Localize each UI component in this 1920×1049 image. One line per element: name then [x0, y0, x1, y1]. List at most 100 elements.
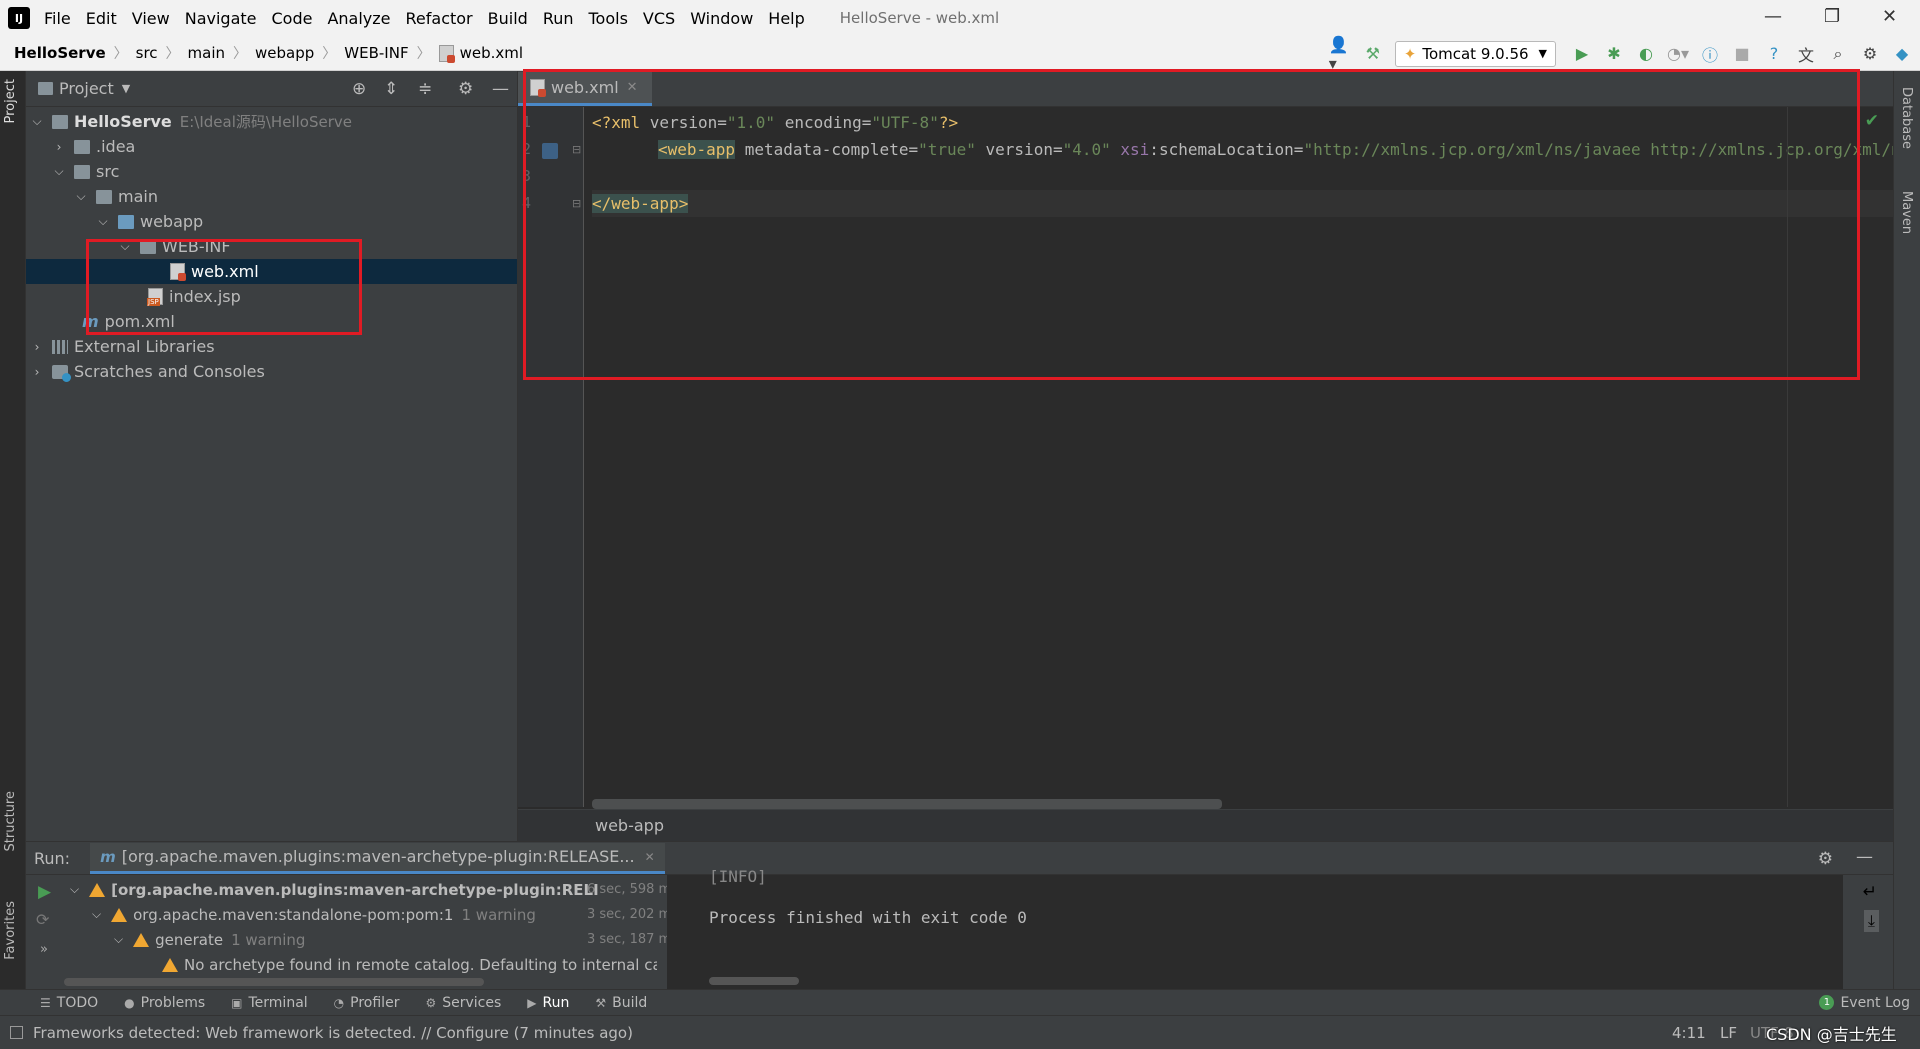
chevron-right-icon[interactable]: › — [30, 365, 44, 379]
status-toggle-icon[interactable] — [10, 1026, 23, 1039]
status-message[interactable]: Frameworks detected: Web framework is de… — [33, 1024, 633, 1042]
maven-tool-tab[interactable]: Maven — [1899, 191, 1914, 234]
run-tree-item-pom[interactable]: ⌵ org.apache.maven:standalone-pom:pom:1 … — [92, 902, 678, 927]
tree-item-web-inf[interactable]: ⌵ WEB-INF — [26, 234, 517, 259]
chevron-down-icon[interactable]: ⌵ — [30, 114, 44, 129]
menu-vcs[interactable]: VCS — [643, 9, 675, 28]
tree-item-index-jsp[interactable]: index.jsp — [26, 284, 517, 309]
breadcrumb-web-inf[interactable]: WEB-INF — [344, 44, 408, 62]
chevron-down-icon[interactable]: ⌵ — [74, 189, 88, 204]
run-config-select[interactable]: ✦ Tomcat 9.0.56 ▼ — [1394, 40, 1556, 67]
question-icon[interactable]: ? — [1762, 42, 1786, 66]
tree-item-src[interactable]: ⌵ src — [26, 159, 517, 184]
console-output[interactable]: [INFO] Process finished with exit code 0 — [667, 867, 1843, 989]
line-separator[interactable]: LF — [1720, 1024, 1737, 1042]
chevron-down-icon[interactable]: ⌵ — [96, 214, 110, 229]
problems-tool-button[interactable]: ● Problems — [124, 995, 205, 1011]
menu-tools[interactable]: Tools — [589, 9, 628, 28]
menu-window[interactable]: Window — [690, 9, 753, 28]
run-tree-item-generate[interactable]: ⌵ generate 1 warning 3 sec, 187 ms — [114, 927, 678, 952]
menu-code[interactable]: Code — [272, 9, 313, 28]
menu-refactor[interactable]: Refactor — [406, 9, 473, 28]
build-tool-button[interactable]: ⚒ Build — [595, 995, 647, 1011]
breadcrumb-web-app[interactable]: web-app — [595, 816, 664, 835]
chevron-down-icon[interactable]: ▼ — [122, 82, 130, 95]
chevron-down-icon[interactable]: ⌵ — [70, 882, 79, 897]
hide-panel-icon[interactable]: — — [492, 79, 509, 99]
tree-item-pom-xml[interactable]: m pom.xml — [26, 309, 517, 334]
coverage-icon[interactable]: ◐ — [1634, 42, 1658, 66]
menu-build[interactable]: Build — [488, 9, 528, 28]
no-problems-check-icon[interactable]: ✔ — [1865, 111, 1879, 131]
menu-view[interactable]: View — [132, 9, 170, 28]
web-descriptor-gutter-icon[interactable] — [542, 143, 558, 159]
gear-icon[interactable]: ⚙ — [1858, 42, 1882, 66]
run-tree-scrollbar[interactable] — [64, 978, 484, 986]
tree-item-scratches[interactable]: › Scratches and Consoles — [26, 359, 517, 384]
code-content[interactable]: <?xml version = "1.0" encoding = "UTF-8" ?> <… — [592, 107, 1893, 807]
breadcrumb-main[interactable]: main — [188, 44, 225, 62]
run-tab[interactable]: m [org.apache.maven.plugins:maven-archet… — [90, 842, 665, 874]
chevron-down-icon[interactable]: ⌵ — [114, 932, 123, 947]
restore-icon[interactable]: ❐ — [1824, 6, 1840, 27]
fold-end-icon[interactable]: ⊟ — [572, 197, 581, 210]
chevron-right-icon[interactable]: › — [30, 340, 44, 354]
help-circle-icon[interactable]: ⓘ — [1698, 42, 1722, 66]
structure-tool-tab[interactable]: Structure — [3, 791, 18, 851]
close-tab-icon[interactable]: ✕ — [645, 850, 655, 864]
console-scrollbar[interactable] — [709, 977, 799, 985]
menu-run[interactable]: Run — [543, 9, 574, 28]
soft-wrap-icon[interactable]: ↵ — [1863, 882, 1877, 902]
menu-edit[interactable]: Edit — [86, 9, 117, 28]
project-tool-tab[interactable]: Project — [3, 79, 18, 123]
chevron-down-icon[interactable]: ⌵ — [52, 164, 66, 179]
menu-file[interactable]: File — [44, 9, 71, 28]
translate-icon[interactable]: 文 — [1794, 42, 1818, 66]
tree-item-main[interactable]: ⌵ main — [26, 184, 517, 209]
run-tool-button[interactable]: ▶ Run — [527, 995, 569, 1011]
profiler-tool-button[interactable]: ◔ Profiler — [334, 995, 400, 1011]
close-tab-icon[interactable]: ✕ — [627, 80, 638, 95]
caret-position[interactable]: 4:11 — [1672, 1024, 1706, 1042]
expand-all-icon[interactable]: ⇕ — [384, 79, 398, 99]
tree-item-web-xml[interactable]: web.xml — [26, 259, 517, 284]
breadcrumb-project[interactable]: HelloServe — [14, 44, 106, 62]
breadcrumb-webapp[interactable]: webapp — [255, 44, 314, 62]
tree-item-webapp[interactable]: ⌵ webapp — [26, 209, 517, 234]
close-window-icon[interactable]: ✕ — [1882, 6, 1897, 27]
collapse-all-icon[interactable]: ≑ — [418, 79, 432, 99]
database-tool-tab[interactable]: Database — [1899, 87, 1914, 149]
editor-tab-web-xml[interactable]: web.xml ✕ — [518, 72, 652, 106]
locate-icon[interactable]: ⊕ — [352, 79, 366, 99]
chevron-right-icon[interactable]: › — [52, 140, 66, 154]
gear-icon[interactable]: ⚙ — [1818, 849, 1833, 869]
tree-item-idea[interactable]: › .idea — [26, 134, 517, 159]
favorites-tool-tab[interactable]: Favorites — [3, 901, 18, 960]
tree-item-external-libraries[interactable]: › External Libraries — [26, 334, 517, 359]
menu-navigate[interactable]: Navigate — [185, 9, 257, 28]
plugin-icon[interactable]: ◆ — [1890, 42, 1914, 66]
run-icon[interactable]: ▶ — [1570, 42, 1594, 66]
search-icon[interactable]: ⌕ — [1826, 42, 1850, 66]
services-tool-button[interactable]: ⚙ Services — [425, 995, 501, 1011]
run-tree-item-warning[interactable]: No archetype found in remote catalog. De… — [162, 952, 657, 977]
chevron-down-icon[interactable]: ⌵ — [118, 239, 132, 254]
horizontal-scrollbar[interactable] — [592, 799, 1222, 809]
terminal-tool-button[interactable]: ▣ Terminal — [231, 995, 308, 1011]
run-tree-item-root[interactable]: ⌵ [org.apache.maven.plugins:maven-archet… — [70, 877, 678, 902]
more-icon[interactable]: » — [40, 942, 48, 957]
breadcrumb-src[interactable]: src — [136, 44, 158, 62]
chevron-down-icon[interactable]: ⌵ — [92, 907, 101, 922]
toggle-view-icon[interactable]: ⟳ — [36, 910, 49, 929]
profile-icon[interactable]: ◔▾ — [1666, 42, 1690, 66]
project-view-select[interactable]: Project — [59, 79, 114, 98]
debug-icon[interactable]: ✱ — [1602, 42, 1626, 66]
build-hammer-icon[interactable]: ⚒ — [1361, 42, 1385, 66]
menu-analyze[interactable]: Analyze — [327, 9, 390, 28]
user-icon[interactable]: 👤▾ — [1329, 35, 1353, 73]
fold-icon[interactable]: ⊟ — [572, 143, 581, 156]
event-log-button[interactable]: 1 Event Log — [1819, 995, 1910, 1011]
hide-panel-icon[interactable]: — — [1856, 847, 1873, 867]
menu-help[interactable]: Help — [768, 9, 804, 28]
rerun-icon[interactable]: ▶ — [38, 882, 51, 902]
